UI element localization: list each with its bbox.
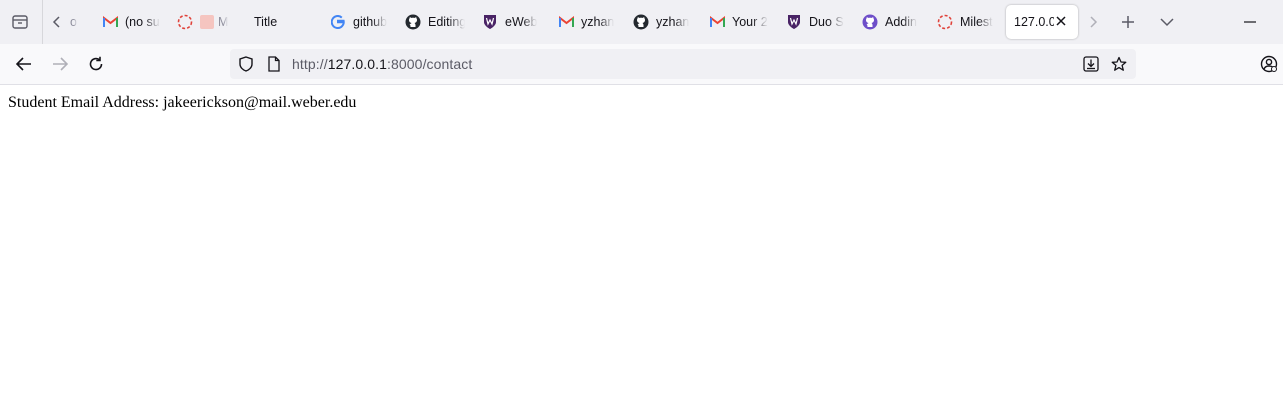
close-icon bbox=[1056, 16, 1066, 26]
google-icon bbox=[330, 14, 346, 30]
tab-label: yzhan bbox=[581, 15, 615, 29]
url-text[interactable]: http://127.0.0.1:8000/contact bbox=[292, 56, 472, 72]
tab-eweber[interactable]: eWeb bbox=[482, 5, 542, 39]
plus-icon bbox=[1122, 16, 1134, 28]
chevron-left-icon bbox=[52, 16, 60, 28]
page-info-icon[interactable] bbox=[266, 56, 282, 72]
student-email-text: Student Email Address: jakeerickson@mail… bbox=[8, 94, 357, 111]
minimize-icon bbox=[1244, 21, 1256, 23]
gmail-icon bbox=[102, 14, 118, 30]
tab-label: eWeb bbox=[505, 15, 538, 29]
tab-title[interactable]: Title bbox=[254, 5, 314, 39]
firefox-view-button[interactable] bbox=[5, 7, 35, 37]
tab-gmail-no-subject[interactable]: (no su bbox=[102, 5, 162, 39]
download-tray-icon bbox=[1083, 56, 1099, 72]
weber-shield-icon bbox=[482, 14, 498, 30]
scroll-tabs-right-button[interactable] bbox=[1082, 7, 1104, 37]
github-icon bbox=[405, 14, 421, 30]
weber-shield-icon bbox=[786, 14, 802, 30]
arrow-right-icon bbox=[53, 57, 68, 71]
url-path: :8000/contact bbox=[387, 56, 473, 72]
url-bar[interactable]: http://127.0.0.1:8000/contact bbox=[230, 49, 1136, 79]
github-icon bbox=[633, 14, 649, 30]
minimize-window-button[interactable] bbox=[1235, 7, 1265, 37]
url-host: 127.0.0.1 bbox=[327, 56, 388, 72]
tab-label: M bbox=[218, 15, 229, 29]
tab-duo[interactable]: Duo S bbox=[786, 5, 846, 39]
tracking-protection-icon[interactable] bbox=[238, 56, 254, 72]
tab-label: 127.0.0 bbox=[1014, 15, 1054, 29]
tab-github-yzhang[interactable]: yzhan bbox=[633, 5, 693, 39]
tab-label: (no su bbox=[125, 15, 160, 29]
chevron-down-icon bbox=[1160, 18, 1174, 27]
account-icon bbox=[1260, 55, 1278, 73]
tab-label: github bbox=[353, 15, 388, 29]
scroll-tabs-left-button[interactable] bbox=[46, 7, 68, 37]
tab-label: o bbox=[70, 15, 77, 29]
page-thumbnail-icon bbox=[200, 15, 214, 29]
tab-label: Your 2 bbox=[732, 15, 768, 29]
star-icon bbox=[1111, 56, 1127, 71]
tab-gmail-your[interactable]: Your 2 bbox=[709, 5, 769, 39]
tab-label: Editing bbox=[428, 15, 465, 29]
tab-label: Title bbox=[254, 15, 278, 29]
github-icon bbox=[862, 14, 878, 30]
firefox-view-icon bbox=[12, 15, 28, 29]
bookmark-star-button[interactable] bbox=[1111, 56, 1127, 72]
tab-overflow-partial[interactable]: o bbox=[70, 5, 82, 39]
shield-icon bbox=[239, 56, 253, 72]
tab-google-github[interactable]: github bbox=[330, 5, 390, 39]
gmail-icon bbox=[709, 14, 725, 30]
tab-active-localhost[interactable]: 127.0.0 bbox=[1006, 5, 1078, 39]
tab-bar: o (no su M Title github Editing eWeb yzh… bbox=[0, 0, 1283, 44]
navigation-toolbar: http://127.0.0.1:8000/contact bbox=[0, 44, 1283, 85]
reload-button[interactable] bbox=[80, 48, 112, 80]
list-all-tabs-button[interactable] bbox=[1152, 7, 1182, 37]
loading-icon bbox=[177, 14, 193, 30]
gmail-icon bbox=[558, 14, 574, 30]
tab-label: yzhan bbox=[656, 15, 690, 29]
tab-loading-m[interactable]: M bbox=[177, 5, 237, 39]
back-button[interactable] bbox=[8, 48, 40, 80]
tab-milestone[interactable]: Milest bbox=[937, 5, 997, 39]
chevron-right-icon bbox=[1090, 16, 1098, 28]
tab-label: Addin bbox=[885, 15, 917, 29]
forward-button[interactable] bbox=[44, 48, 76, 80]
tab-label: Milest bbox=[960, 15, 993, 29]
new-tab-button[interactable] bbox=[1113, 7, 1143, 37]
tab-label: Duo S bbox=[809, 15, 844, 29]
arrow-left-icon bbox=[16, 57, 31, 71]
account-button[interactable] bbox=[1253, 48, 1283, 80]
reload-icon bbox=[89, 56, 103, 71]
tabbar-divider bbox=[42, 0, 43, 44]
close-tab-button[interactable] bbox=[1053, 13, 1069, 29]
page-icon bbox=[268, 56, 280, 72]
tab-github-editing[interactable]: Editing bbox=[405, 5, 465, 39]
url-scheme: http:// bbox=[292, 56, 328, 72]
tab-gmail-yzhang[interactable]: yzhan bbox=[558, 5, 618, 39]
save-to-pocket-button[interactable] bbox=[1083, 56, 1099, 72]
loading-icon bbox=[937, 14, 953, 30]
tab-github-adding[interactable]: Addin bbox=[862, 5, 922, 39]
